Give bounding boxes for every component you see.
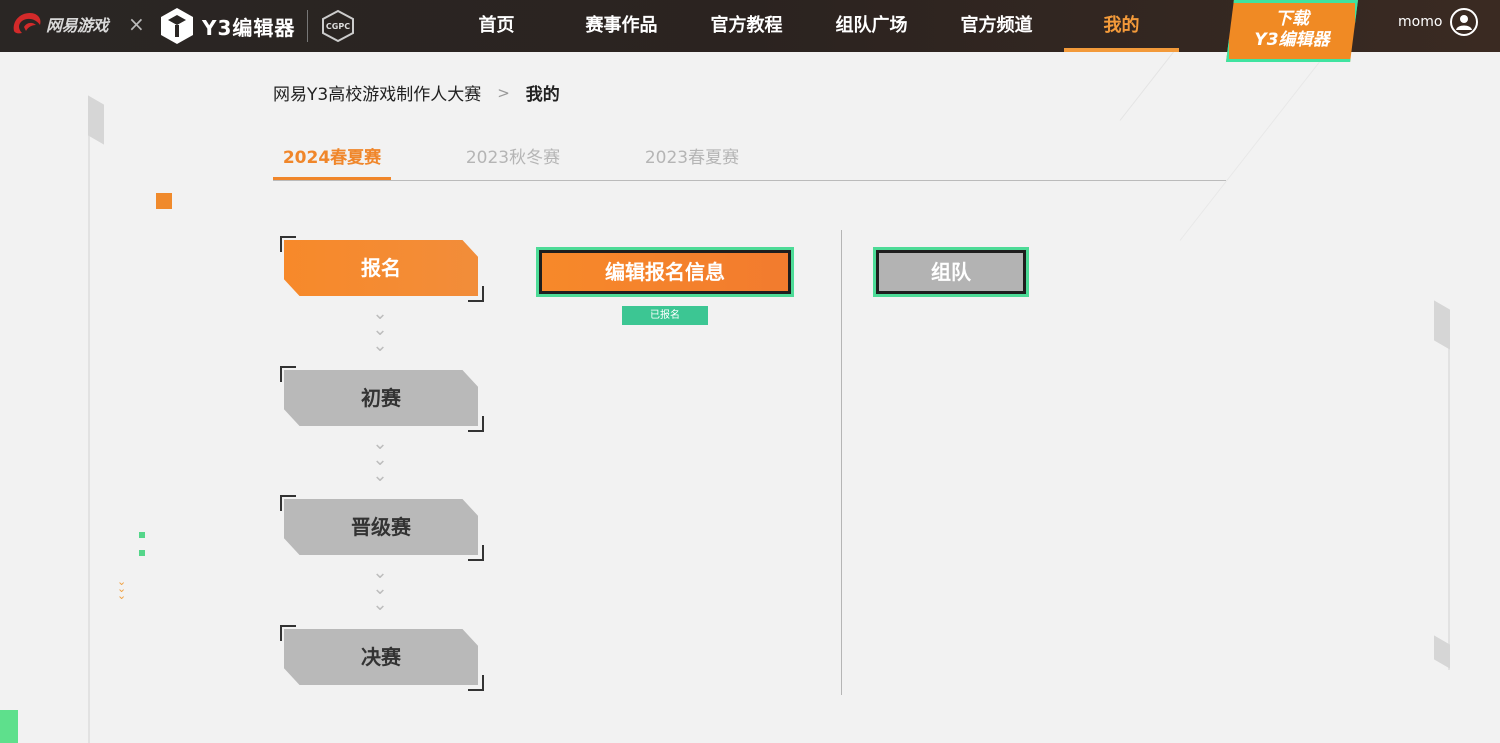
user-icon	[1456, 15, 1473, 30]
cross-mark: ×	[128, 12, 145, 36]
status-badge: 已报名	[622, 306, 708, 325]
netease-logo-text: 网易游戏	[46, 16, 109, 35]
cgpc-logo[interactable]: CGPC	[320, 9, 356, 47]
column-divider	[841, 230, 842, 695]
y3-logo-text: Y3编辑器	[202, 15, 296, 40]
y3-editor-logo[interactable]: Y3编辑器	[160, 7, 295, 45]
nav-item-home[interactable]: 首页	[434, 0, 559, 52]
nav-item-tutorials[interactable]: 官方教程	[684, 0, 809, 52]
download-editor-button[interactable]: 下载 Y3编辑器	[1226, 0, 1358, 62]
breadcrumb-separator: >	[497, 83, 510, 102]
chevron-down-icon: ⌄ ⌄ ⌄	[372, 433, 388, 486]
team-up-button[interactable]: 组队	[873, 247, 1029, 297]
nav-item-channel[interactable]: 官方频道	[934, 0, 1059, 52]
team-up-label: 组队	[931, 260, 971, 284]
top-navbar: 网易游戏 × Y3编辑器 CGPC 首页 赛事作品 官方教程 组队广场 官方频道…	[0, 0, 1500, 62]
nav-item-mine[interactable]: 我的	[1059, 0, 1184, 52]
avatar[interactable]	[1450, 8, 1479, 36]
tab-2023-autumn-winter[interactable]: 2023秋冬赛	[461, 140, 565, 178]
chevron-down-icon: ⌄ ⌄ ⌄	[372, 303, 388, 356]
download-product-label: Y3编辑器	[1254, 30, 1330, 50]
stage-final[interactable]: 决赛	[280, 625, 484, 691]
edit-registration-button[interactable]: 编辑报名信息	[536, 247, 794, 297]
stage-registration-label: 报名	[284, 240, 478, 296]
orange-square-decoration	[156, 193, 172, 209]
green-block-decoration	[0, 710, 18, 743]
cube-icon	[161, 8, 193, 44]
nav-item-works[interactable]: 赛事作品	[559, 0, 684, 52]
svg-text:CGPC: CGPC	[326, 22, 350, 31]
stage-preliminary-label: 初赛	[284, 370, 478, 426]
tab-2024-spring-summer[interactable]: 2024春夏赛	[273, 140, 391, 180]
nav-item-team-square[interactable]: 组队广场	[809, 0, 934, 52]
username: momo	[1398, 14, 1443, 30]
main-nav: 首页 赛事作品 官方教程 组队广场 官方频道 我的	[434, 0, 1184, 52]
breadcrumb: 网易Y3高校游戏制作人大赛 > 我的	[273, 80, 560, 106]
orange-chevron-decoration: ⌄ ⌄ ⌄	[117, 575, 127, 602]
breadcrumb-contest-link[interactable]: 网易Y3高校游戏制作人大赛	[273, 80, 481, 105]
stage-registration[interactable]: 报名	[280, 236, 484, 302]
edit-registration-label: 编辑报名信息	[605, 260, 725, 284]
stage-advancement-label: 晋级赛	[284, 499, 478, 555]
download-label: 下载	[1275, 9, 1309, 29]
netease-logo[interactable]: 网易游戏	[10, 9, 109, 39]
stage-preliminary[interactable]: 初赛	[280, 366, 484, 432]
netease-bird-icon	[13, 13, 41, 34]
season-tabs: 2024春夏赛 2023秋冬赛 2023春夏赛	[273, 140, 1226, 181]
cgpc-badge-icon: CGPC	[322, 9, 354, 43]
logo-divider	[307, 10, 308, 42]
stage-advancement[interactable]: 晋级赛	[280, 495, 484, 561]
user-menu[interactable]: momo	[1398, 8, 1479, 36]
chevron-down-icon: ⌄ ⌄ ⌄	[372, 562, 388, 615]
tab-2023-spring-summer[interactable]: 2023春夏赛	[640, 140, 744, 178]
stage-final-label: 决赛	[284, 629, 478, 685]
breadcrumb-current: 我的	[525, 85, 560, 105]
